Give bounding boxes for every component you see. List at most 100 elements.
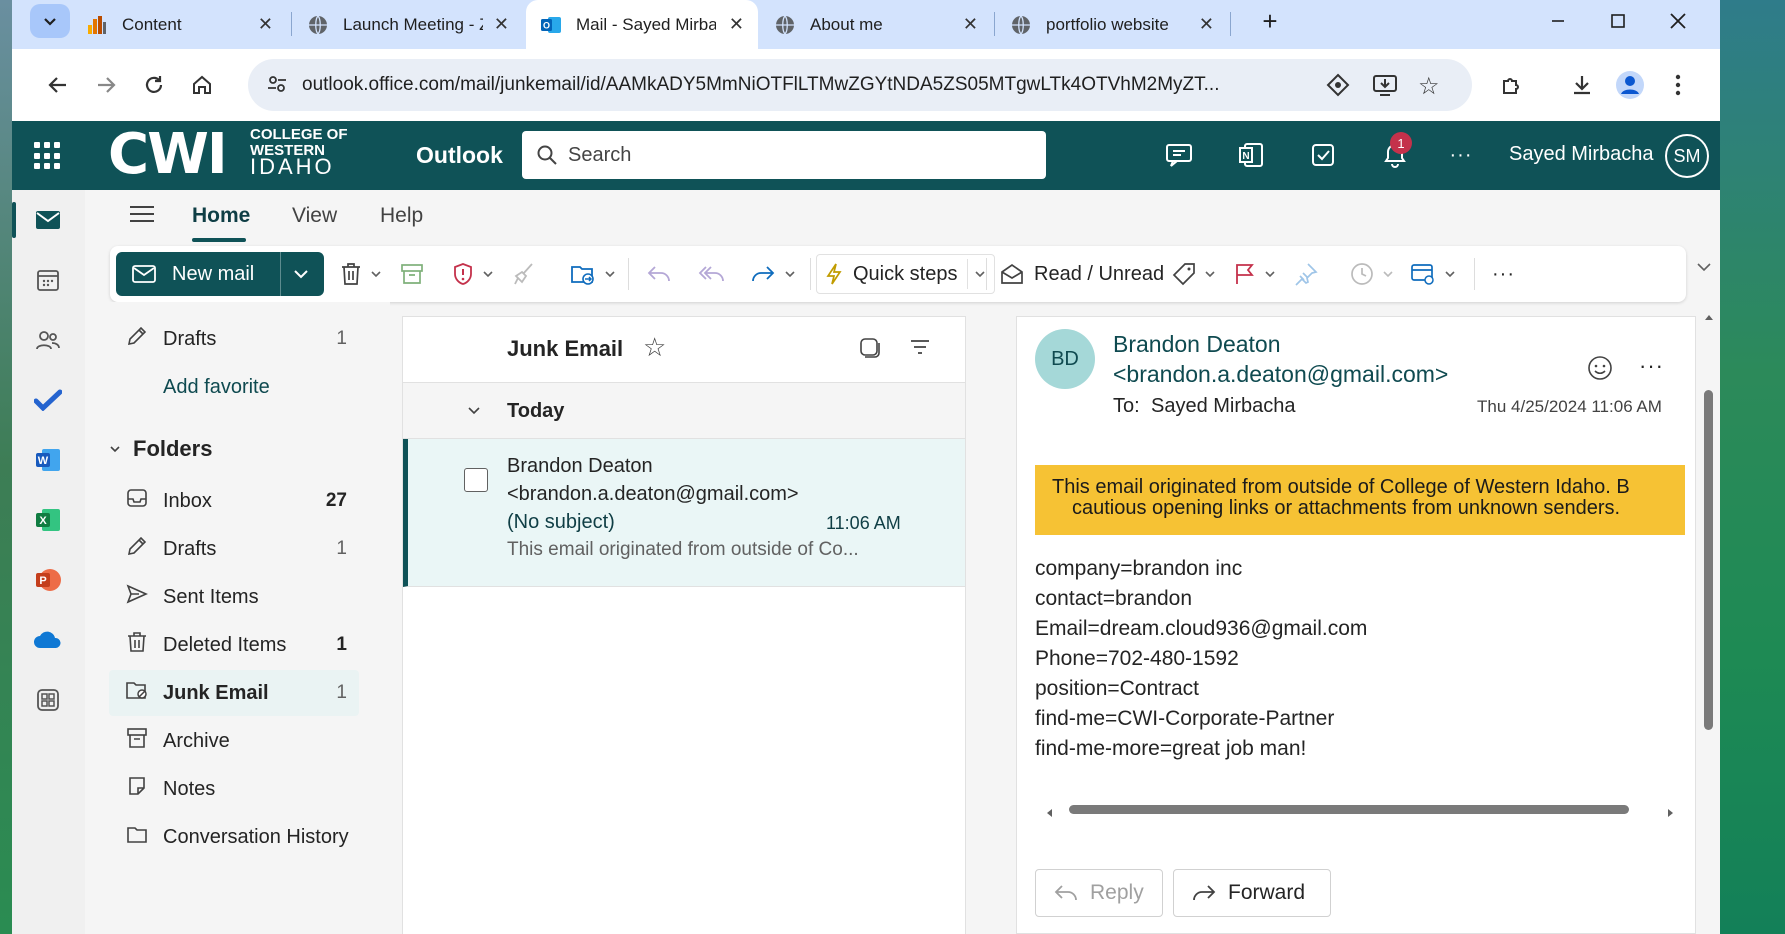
folder-item-deleted[interactable]: Deleted Items 1 xyxy=(109,622,359,668)
maximize-button[interactable] xyxy=(1588,0,1648,42)
quick-steps-button[interactable]: Quick steps xyxy=(816,254,996,294)
vertical-scrollbar[interactable] xyxy=(1704,390,1713,730)
user-name[interactable]: Sayed Mirbacha xyxy=(1509,143,1654,166)
expand-ribbon-icon[interactable] xyxy=(1696,260,1712,278)
favorite-item-drafts[interactable]: Drafts 1 xyxy=(109,316,359,362)
downloads-button[interactable] xyxy=(1564,67,1600,103)
todo-icon[interactable] xyxy=(32,384,64,416)
my-day-icon[interactable] xyxy=(1306,138,1340,172)
sender-avatar[interactable]: BD xyxy=(1035,329,1095,389)
close-tab-icon[interactable]: ✕ xyxy=(258,14,273,35)
more-apps-icon[interactable] xyxy=(32,684,64,716)
more-commands-button[interactable]: ··· xyxy=(1492,256,1515,292)
forward-toolbar-button[interactable] xyxy=(750,256,796,292)
app-launcher-icon[interactable] xyxy=(34,142,62,170)
tab-view[interactable]: View xyxy=(292,204,337,228)
browser-tab-content[interactable]: Content ✕ xyxy=(72,0,287,49)
snooze-button[interactable] xyxy=(1350,256,1394,292)
delete-button[interactable] xyxy=(340,256,382,292)
browser-tab-portfolio[interactable]: portfolio website ✕ xyxy=(996,0,1228,49)
svg-text:O: O xyxy=(543,20,550,30)
more-options-icon[interactable]: ··· xyxy=(1444,138,1478,172)
folders-heading[interactable]: Folders xyxy=(97,426,347,472)
close-tab-icon[interactable]: ✕ xyxy=(729,14,744,35)
scroll-right-icon[interactable] xyxy=(1667,805,1675,823)
tab-home[interactable]: Home xyxy=(192,204,250,228)
categorize-button[interactable] xyxy=(1172,256,1216,292)
home-button[interactable] xyxy=(184,67,220,103)
forward-button[interactable]: Forward xyxy=(1173,869,1331,917)
tab-search-button[interactable] xyxy=(30,4,70,38)
select-checkbox[interactable] xyxy=(464,468,488,492)
flag-button[interactable] xyxy=(1234,256,1276,292)
user-avatar[interactable]: SM xyxy=(1665,134,1709,178)
back-button[interactable] xyxy=(40,67,76,103)
message-row[interactable]: Brandon Deaton <brandon.a.deaton@gmail.c… xyxy=(403,439,965,587)
people-icon[interactable] xyxy=(32,324,64,356)
archive-button[interactable] xyxy=(400,256,424,292)
sender-email[interactable]: <brandon.a.deaton@gmail.com> xyxy=(1113,361,1448,388)
folder-item-drafts[interactable]: Drafts 1 xyxy=(109,526,359,572)
forward-button[interactable] xyxy=(88,67,124,103)
new-mail-button[interactable]: New mail xyxy=(116,252,324,296)
close-tab-icon[interactable]: ✕ xyxy=(494,14,509,35)
teams-chat-icon[interactable] xyxy=(1162,138,1196,172)
url-bar[interactable]: outlook.office.com/mail/junkemail/id/AAM… xyxy=(248,59,1472,111)
close-tab-icon[interactable]: ✕ xyxy=(1199,14,1214,35)
horizontal-scrollbar[interactable] xyxy=(1069,805,1629,814)
favorite-star-icon[interactable]: ☆ xyxy=(643,332,666,363)
browser-tab-launch-meeting[interactable]: Launch Meeting - Z ✕ xyxy=(293,0,523,49)
rules-button[interactable] xyxy=(1410,256,1456,292)
recipient-name[interactable]: Sayed Mirbacha xyxy=(1151,395,1296,418)
folder-item-sent[interactable]: Sent Items xyxy=(109,574,359,620)
reply-button[interactable]: Reply xyxy=(1035,869,1163,917)
browser-tab-about-me[interactable]: About me ✕ xyxy=(760,0,992,49)
folder-item-notes[interactable]: Notes xyxy=(109,766,359,812)
scroll-up-icon[interactable] xyxy=(1704,308,1714,326)
extensions-button[interactable] xyxy=(1494,67,1530,103)
folder-item-inbox[interactable]: Inbox 27 xyxy=(109,478,359,524)
folder-item-junk[interactable]: Junk Email 1 xyxy=(109,670,359,716)
folder-item-conversation-history[interactable]: Conversation History xyxy=(109,814,389,860)
reply-toolbar-button[interactable] xyxy=(646,256,672,292)
chevron-down-icon[interactable] xyxy=(293,267,309,281)
profile-button[interactable] xyxy=(1612,67,1648,103)
hamburger-menu-icon[interactable] xyxy=(129,204,155,229)
read-unread-button[interactable]: Read / Unread xyxy=(1000,256,1164,292)
site-settings-icon[interactable] xyxy=(266,73,288,100)
folder-item-archive[interactable]: Archive xyxy=(109,718,359,764)
close-window-button[interactable] xyxy=(1648,0,1708,42)
select-mode-icon[interactable] xyxy=(859,337,881,364)
browser-menu-button[interactable] xyxy=(1660,67,1696,103)
browser-tab-mail[interactable]: O Mail - Sayed Mirbacha ✕ xyxy=(526,0,758,49)
bookmark-star-icon[interactable]: ☆ xyxy=(1418,72,1440,101)
sweep-button[interactable] xyxy=(512,256,536,292)
minimize-button[interactable] xyxy=(1528,0,1588,42)
lens-icon[interactable] xyxy=(1326,73,1350,102)
pin-button[interactable] xyxy=(1294,256,1318,292)
install-app-icon[interactable] xyxy=(1372,73,1398,102)
powerpoint-icon[interactable]: P xyxy=(32,564,64,596)
move-to-button[interactable] xyxy=(570,256,616,292)
add-favorite-link[interactable]: Add favorite xyxy=(109,364,359,410)
message-more-icon[interactable]: ··· xyxy=(1639,353,1664,379)
calendar-icon[interactable] xyxy=(32,264,64,296)
group-header-today[interactable]: Today xyxy=(403,383,965,439)
onenote-icon[interactable]: N xyxy=(1234,138,1268,172)
excel-icon[interactable]: X xyxy=(32,504,64,536)
mail-icon[interactable] xyxy=(32,204,64,236)
sender-name[interactable]: Brandon Deaton xyxy=(1113,331,1281,358)
new-tab-button[interactable]: + xyxy=(1240,0,1300,42)
reload-button[interactable] xyxy=(136,67,172,103)
onedrive-icon[interactable] xyxy=(32,624,64,656)
emoji-reaction-icon[interactable] xyxy=(1587,355,1613,386)
close-tab-icon[interactable]: ✕ xyxy=(963,14,978,35)
filter-icon[interactable] xyxy=(909,337,931,362)
search-input[interactable]: Search xyxy=(522,131,1046,179)
scroll-left-icon[interactable] xyxy=(1045,805,1053,823)
tab-help[interactable]: Help xyxy=(380,204,423,228)
report-button[interactable] xyxy=(452,256,494,292)
app-title[interactable]: Outlook xyxy=(416,142,503,169)
word-icon[interactable]: W xyxy=(32,444,64,476)
reply-all-button[interactable] xyxy=(698,256,726,292)
